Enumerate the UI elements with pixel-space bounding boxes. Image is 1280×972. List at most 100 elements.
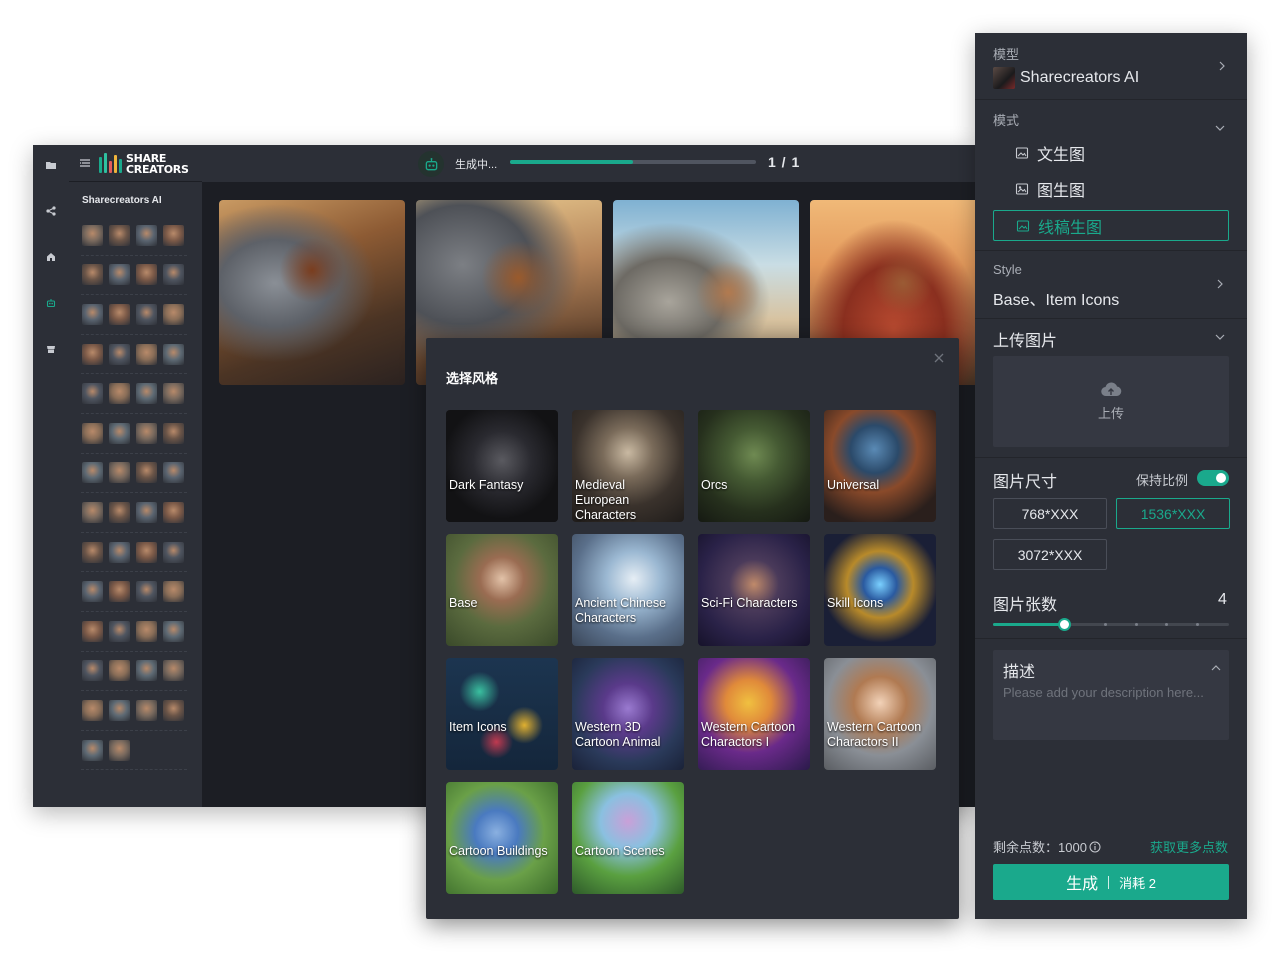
history-thumbnail[interactable] [163,303,184,325]
history-thumbnail[interactable] [163,581,184,603]
history-thumbnail[interactable] [109,264,130,286]
history-thumbnail[interactable] [109,303,130,325]
mode-sketch-to-image[interactable]: 线稿生图 [993,210,1229,241]
style-card[interactable]: Skill Icons [824,534,936,646]
share-icon[interactable] [42,202,60,220]
history-thumbnail[interactable] [163,660,184,682]
history-row[interactable] [81,731,187,771]
history-thumbnail[interactable] [163,699,184,721]
history-thumbnail[interactable] [82,699,103,721]
history-thumbnail[interactable] [82,303,103,325]
history-thumbnail[interactable] [163,422,184,444]
history-row[interactable] [81,454,187,494]
result-image-1[interactable] [219,200,405,385]
chevron-right-icon[interactable] [1217,61,1227,71]
style-card[interactable]: Western Cartoon Charactors II [824,658,936,770]
store-icon[interactable] [42,340,60,358]
style-card[interactable]: Universal [824,410,936,522]
count-slider[interactable] [993,618,1229,631]
history-thumbnail[interactable] [136,383,157,405]
history-thumbnail[interactable] [82,383,103,405]
history-row[interactable] [81,493,187,533]
history-thumbnail[interactable] [136,620,157,642]
style-card[interactable]: Western Cartoon Charactors I [698,658,810,770]
size-option-button[interactable]: 768*XXX [993,498,1107,529]
history-thumbnail[interactable] [82,462,103,484]
history-thumbnail[interactable] [82,620,103,642]
menu-icon[interactable] [79,157,91,169]
history-thumbnail[interactable] [136,541,157,563]
style-card[interactable]: Dark Fantasy [446,410,558,522]
upload-dropzone[interactable]: 上传 [993,356,1229,447]
model-value[interactable]: Sharecreators AI [1020,69,1139,87]
history-row[interactable] [81,335,187,375]
history-row[interactable] [81,216,187,256]
history-thumbnail[interactable] [136,224,157,246]
history-thumbnail[interactable] [109,383,130,405]
history-thumbnail[interactable] [163,541,184,563]
history-thumbnail[interactable] [109,739,130,761]
home-icon[interactable] [42,248,60,266]
history-thumbnail[interactable] [136,462,157,484]
history-thumbnail[interactable] [82,581,103,603]
history-row[interactable] [81,652,187,692]
keep-ratio-toggle[interactable] [1197,470,1229,486]
chevron-right-icon[interactable] [1215,279,1225,289]
size-option-button[interactable]: 1536*XXX [1116,498,1230,529]
style-card[interactable]: Item Icons [446,658,558,770]
history-thumbnail[interactable] [109,660,130,682]
description-input[interactable] [1003,685,1223,700]
mode-image-to-image[interactable]: 图生图 [1015,178,1085,200]
history-thumbnail[interactable] [136,303,157,325]
mode-text-to-image[interactable]: 文生图 [1015,142,1085,164]
generate-button[interactable]: 生成 消耗 2 [993,864,1229,900]
style-value[interactable]: Base、Item Icons [993,286,1119,310]
history-thumbnail[interactable] [82,343,103,365]
history-thumbnail[interactable] [82,264,103,286]
history-thumbnail[interactable] [109,699,130,721]
close-icon[interactable] [933,352,945,364]
style-card[interactable]: Ancient Chinese Characters [572,534,684,646]
style-card[interactable]: Orcs [698,410,810,522]
history-thumbnail[interactable] [109,343,130,365]
slider-knob[interactable] [1057,618,1071,631]
history-thumbnail[interactable] [163,224,184,246]
history-thumbnail[interactable] [82,660,103,682]
history-thumbnail[interactable] [163,343,184,365]
robot-icon[interactable] [42,294,60,312]
style-card[interactable]: Cartoon Buildings [446,782,558,894]
history-thumbnail[interactable] [136,422,157,444]
history-thumbnail[interactable] [82,541,103,563]
history-row[interactable] [81,295,187,335]
history-thumbnail[interactable] [163,462,184,484]
folder-icon[interactable] [42,156,60,174]
chevron-up-icon[interactable] [1211,663,1221,673]
history-row[interactable] [81,691,187,731]
history-thumbnail[interactable] [82,224,103,246]
style-card[interactable]: Base [446,534,558,646]
history-thumbnail[interactable] [163,501,184,523]
style-card[interactable]: Medieval European Characters [572,410,684,522]
size-option-button[interactable]: 3072*XXX [993,539,1107,570]
history-thumbnail[interactable] [109,581,130,603]
info-icon[interactable] [1089,841,1101,853]
history-thumbnail[interactable] [109,422,130,444]
history-thumbnail[interactable] [163,383,184,405]
history-row[interactable] [81,414,187,454]
history-row[interactable] [81,533,187,573]
history-thumbnail[interactable] [82,422,103,444]
get-more-points-link[interactable]: 获取更多点数 [1150,837,1228,856]
history-thumbnail[interactable] [109,462,130,484]
history-row[interactable] [81,256,187,296]
history-thumbnail[interactable] [109,620,130,642]
history-thumbnail[interactable] [109,224,130,246]
history-thumbnail[interactable] [109,501,130,523]
history-thumbnail[interactable] [136,660,157,682]
history-row[interactable] [81,374,187,414]
history-row[interactable] [81,612,187,652]
style-card[interactable]: Cartoon Scenes [572,782,684,894]
history-thumbnail[interactable] [109,541,130,563]
history-thumbnail[interactable] [82,739,103,761]
history-thumbnail[interactable] [136,264,157,286]
style-card[interactable]: Western 3D Cartoon Animal [572,658,684,770]
